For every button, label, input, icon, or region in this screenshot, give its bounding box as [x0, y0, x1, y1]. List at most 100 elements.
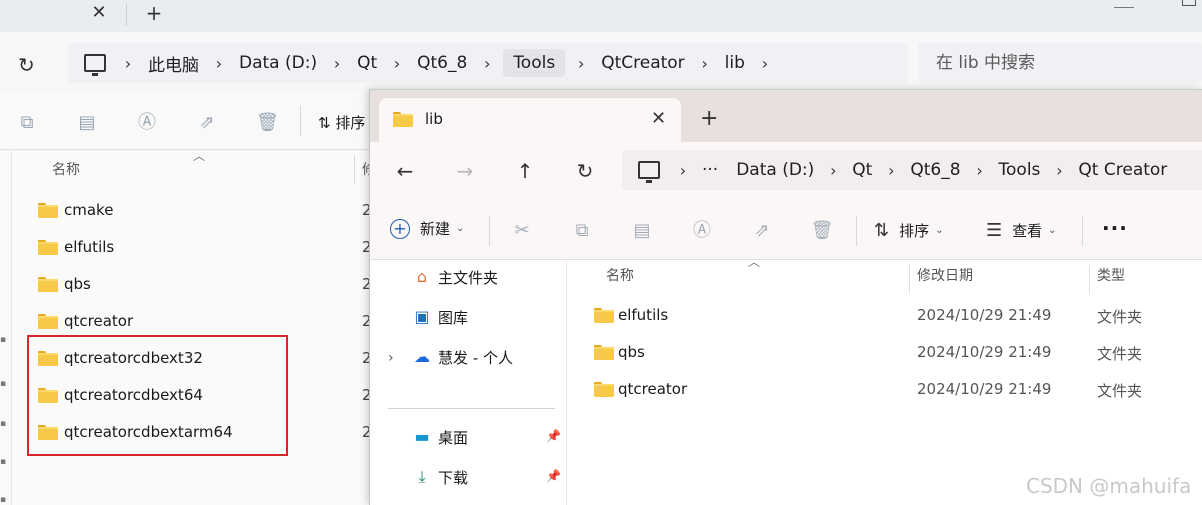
pin-icon: ▪	[0, 419, 7, 429]
back-tab-strip: ✕ +	[0, 0, 1202, 32]
more-options-button[interactable]: ···	[1102, 216, 1128, 240]
minimize-icon[interactable]	[1114, 0, 1134, 8]
rename-icon[interactable]: Ⓐ	[136, 112, 158, 134]
pin-icon: ▪	[0, 335, 7, 345]
breadcrumb-data-d[interactable]: Data (D:)	[734, 160, 816, 180]
chevron-right-icon[interactable]: ›	[749, 54, 781, 73]
tab-lib[interactable]: lib ✕	[379, 98, 681, 142]
toolbar-divider	[856, 216, 857, 246]
download-icon: ⤓	[418, 467, 426, 486]
breadcrumb-data-d[interactable]: Data (D:)	[235, 53, 321, 73]
sidebar-item-home[interactable]: ⌂ 主文件夹	[412, 263, 498, 291]
sidebar-item-gallery[interactable]: ▣ 图库	[412, 303, 468, 331]
table-row[interactable]: qbs 2024/10/29 21:49 文件夹	[568, 335, 1202, 371]
front-nav-row: ← → ↑ ↻ › ··· Data (D:) › Qt › Qt6_8 › T…	[370, 142, 1202, 200]
chevron-right-icon[interactable]: ›	[112, 54, 144, 73]
breadcrumb-overflow[interactable]: ···	[700, 160, 720, 180]
chevron-down-icon: ⌄	[1048, 225, 1057, 236]
forward-arrow-icon[interactable]: →	[452, 158, 478, 184]
breadcrumb-lib[interactable]: lib	[721, 53, 749, 73]
cut-icon[interactable]: ✂	[510, 220, 534, 242]
new-button[interactable]: + 新建 ⌄	[390, 218, 464, 239]
front-explorer-window: lib ✕ + ← → ↑ ↻ › ··· Data (D:) › Qt › Q…	[369, 89, 1202, 505]
pin-icon: ▪	[0, 457, 7, 467]
delete-icon[interactable]: 🗑	[256, 112, 279, 134]
breadcrumb-qtcreator[interactable]: QtCreator	[597, 53, 688, 73]
back-search-input[interactable]: 在 lib 中搜索	[918, 43, 1202, 83]
back-arrow-icon[interactable]: ←	[392, 158, 418, 184]
list-item[interactable]: elfutils 2	[38, 232, 372, 262]
share-icon[interactable]: ⇗	[750, 220, 774, 242]
back-tab-close-icon[interactable]: ✕	[88, 2, 110, 24]
view-label: 查看	[1012, 222, 1043, 240]
paste-icon[interactable]: ▤	[630, 220, 654, 242]
chevron-right-icon[interactable]: ›	[689, 54, 721, 73]
sidebar-item-label: 慧发 - 个人	[438, 348, 513, 367]
chevron-right-icon[interactable]: ›	[321, 54, 353, 73]
list-item[interactable]: cmake 2	[38, 195, 372, 225]
column-header-date[interactable]: 修改日期	[917, 261, 973, 295]
sidebar-item-label: 桌面	[438, 428, 469, 447]
file-name: elfutils	[618, 306, 669, 324]
breadcrumb-this-pc[interactable]: 此电脑	[144, 51, 203, 76]
chevron-right-icon[interactable]: ›	[381, 54, 413, 73]
breadcrumb-qt[interactable]: Qt	[353, 53, 381, 73]
breadcrumb-qt-creator[interactable]: Qt Creator	[1076, 160, 1169, 180]
breadcrumb-tools[interactable]: Tools	[997, 160, 1043, 180]
breadcrumb-tools[interactable]: Tools	[503, 49, 566, 77]
folder-icon	[594, 382, 614, 397]
column-header-type[interactable]: 类型	[1097, 261, 1125, 295]
column-divider[interactable]	[1089, 265, 1090, 293]
chevron-right-icon[interactable]: ›	[203, 54, 235, 73]
breadcrumb-qt[interactable]: Qt	[850, 160, 874, 180]
list-item[interactable]: qtcreator 2	[38, 306, 372, 336]
copy-icon[interactable]: ⧉	[16, 112, 38, 134]
file-type: 文件夹	[1097, 345, 1143, 363]
back-sort-button[interactable]: ⇅ 排序	[318, 112, 365, 133]
column-header-name[interactable]: 名称	[52, 159, 80, 179]
rename-icon[interactable]: Ⓐ	[690, 220, 714, 242]
tab-separator	[126, 4, 127, 26]
paste-icon[interactable]: ▤	[76, 112, 98, 134]
column-header-name[interactable]: 名称	[606, 261, 634, 295]
chevron-down-icon: ⌄	[935, 225, 944, 236]
front-address-bar[interactable]: › ··· Data (D:) › Qt › Qt6_8 › Tools › Q…	[622, 150, 1202, 190]
share-icon[interactable]: ⇗	[196, 112, 218, 134]
expand-chevron-icon[interactable]: ›	[388, 350, 394, 366]
back-refresh-icon[interactable]: ↻	[18, 54, 40, 76]
this-pc-icon[interactable]	[84, 54, 106, 76]
maximize-icon[interactable]	[1182, 0, 1196, 6]
chevron-right-icon[interactable]: ›	[874, 161, 908, 180]
refresh-icon[interactable]: ↻	[572, 158, 598, 184]
chevron-right-icon[interactable]: ›	[816, 161, 850, 180]
sidebar-item-downloads[interactable]: ⤓ 下载	[412, 463, 468, 491]
pin-icon[interactable]: 📌	[546, 469, 561, 483]
tab-close-icon[interactable]: ✕	[651, 108, 666, 129]
column-divider[interactable]	[354, 155, 355, 185]
table-row[interactable]: qtcreator 2024/10/29 21:49 文件夹	[568, 372, 1202, 408]
sort-button[interactable]: ⇅ 排序 ⌄	[874, 220, 944, 241]
chevron-right-icon[interactable]: ›	[565, 54, 597, 73]
chevron-right-icon[interactable]: ›	[666, 161, 700, 180]
view-button[interactable]: ☰ 查看 ⌄	[986, 220, 1057, 241]
back-address-bar[interactable]: › 此电脑 › Data (D:) › Qt › Qt6_8 › Tools ›…	[68, 43, 908, 83]
sidebar-item-desktop[interactable]: ▬ 桌面	[412, 423, 468, 451]
back-new-tab-icon[interactable]: +	[143, 2, 165, 24]
delete-icon[interactable]: 🗑	[810, 220, 834, 242]
this-pc-icon[interactable]	[638, 161, 660, 183]
list-item[interactable]: qbs 2	[38, 269, 372, 299]
sidebar-item-label: 图库	[438, 308, 469, 327]
breadcrumb-qt6-8[interactable]: Qt6_8	[413, 53, 471, 73]
column-divider[interactable]	[909, 265, 910, 293]
sort-label: 排序	[335, 114, 366, 132]
breadcrumb-qt6-8[interactable]: Qt6_8	[908, 160, 962, 180]
up-arrow-icon[interactable]: ↑	[512, 158, 538, 184]
copy-icon[interactable]: ⧉	[570, 220, 594, 242]
table-row[interactable]: elfutils 2024/10/29 21:49 文件夹	[568, 298, 1202, 334]
sidebar-item-onedrive[interactable]: ☁ 慧发 - 个人	[412, 343, 513, 371]
chevron-right-icon[interactable]: ›	[963, 161, 997, 180]
new-tab-icon[interactable]: +	[700, 108, 718, 130]
chevron-right-icon[interactable]: ›	[471, 54, 503, 73]
chevron-right-icon[interactable]: ›	[1042, 161, 1076, 180]
pin-icon[interactable]: 📌	[546, 429, 561, 443]
